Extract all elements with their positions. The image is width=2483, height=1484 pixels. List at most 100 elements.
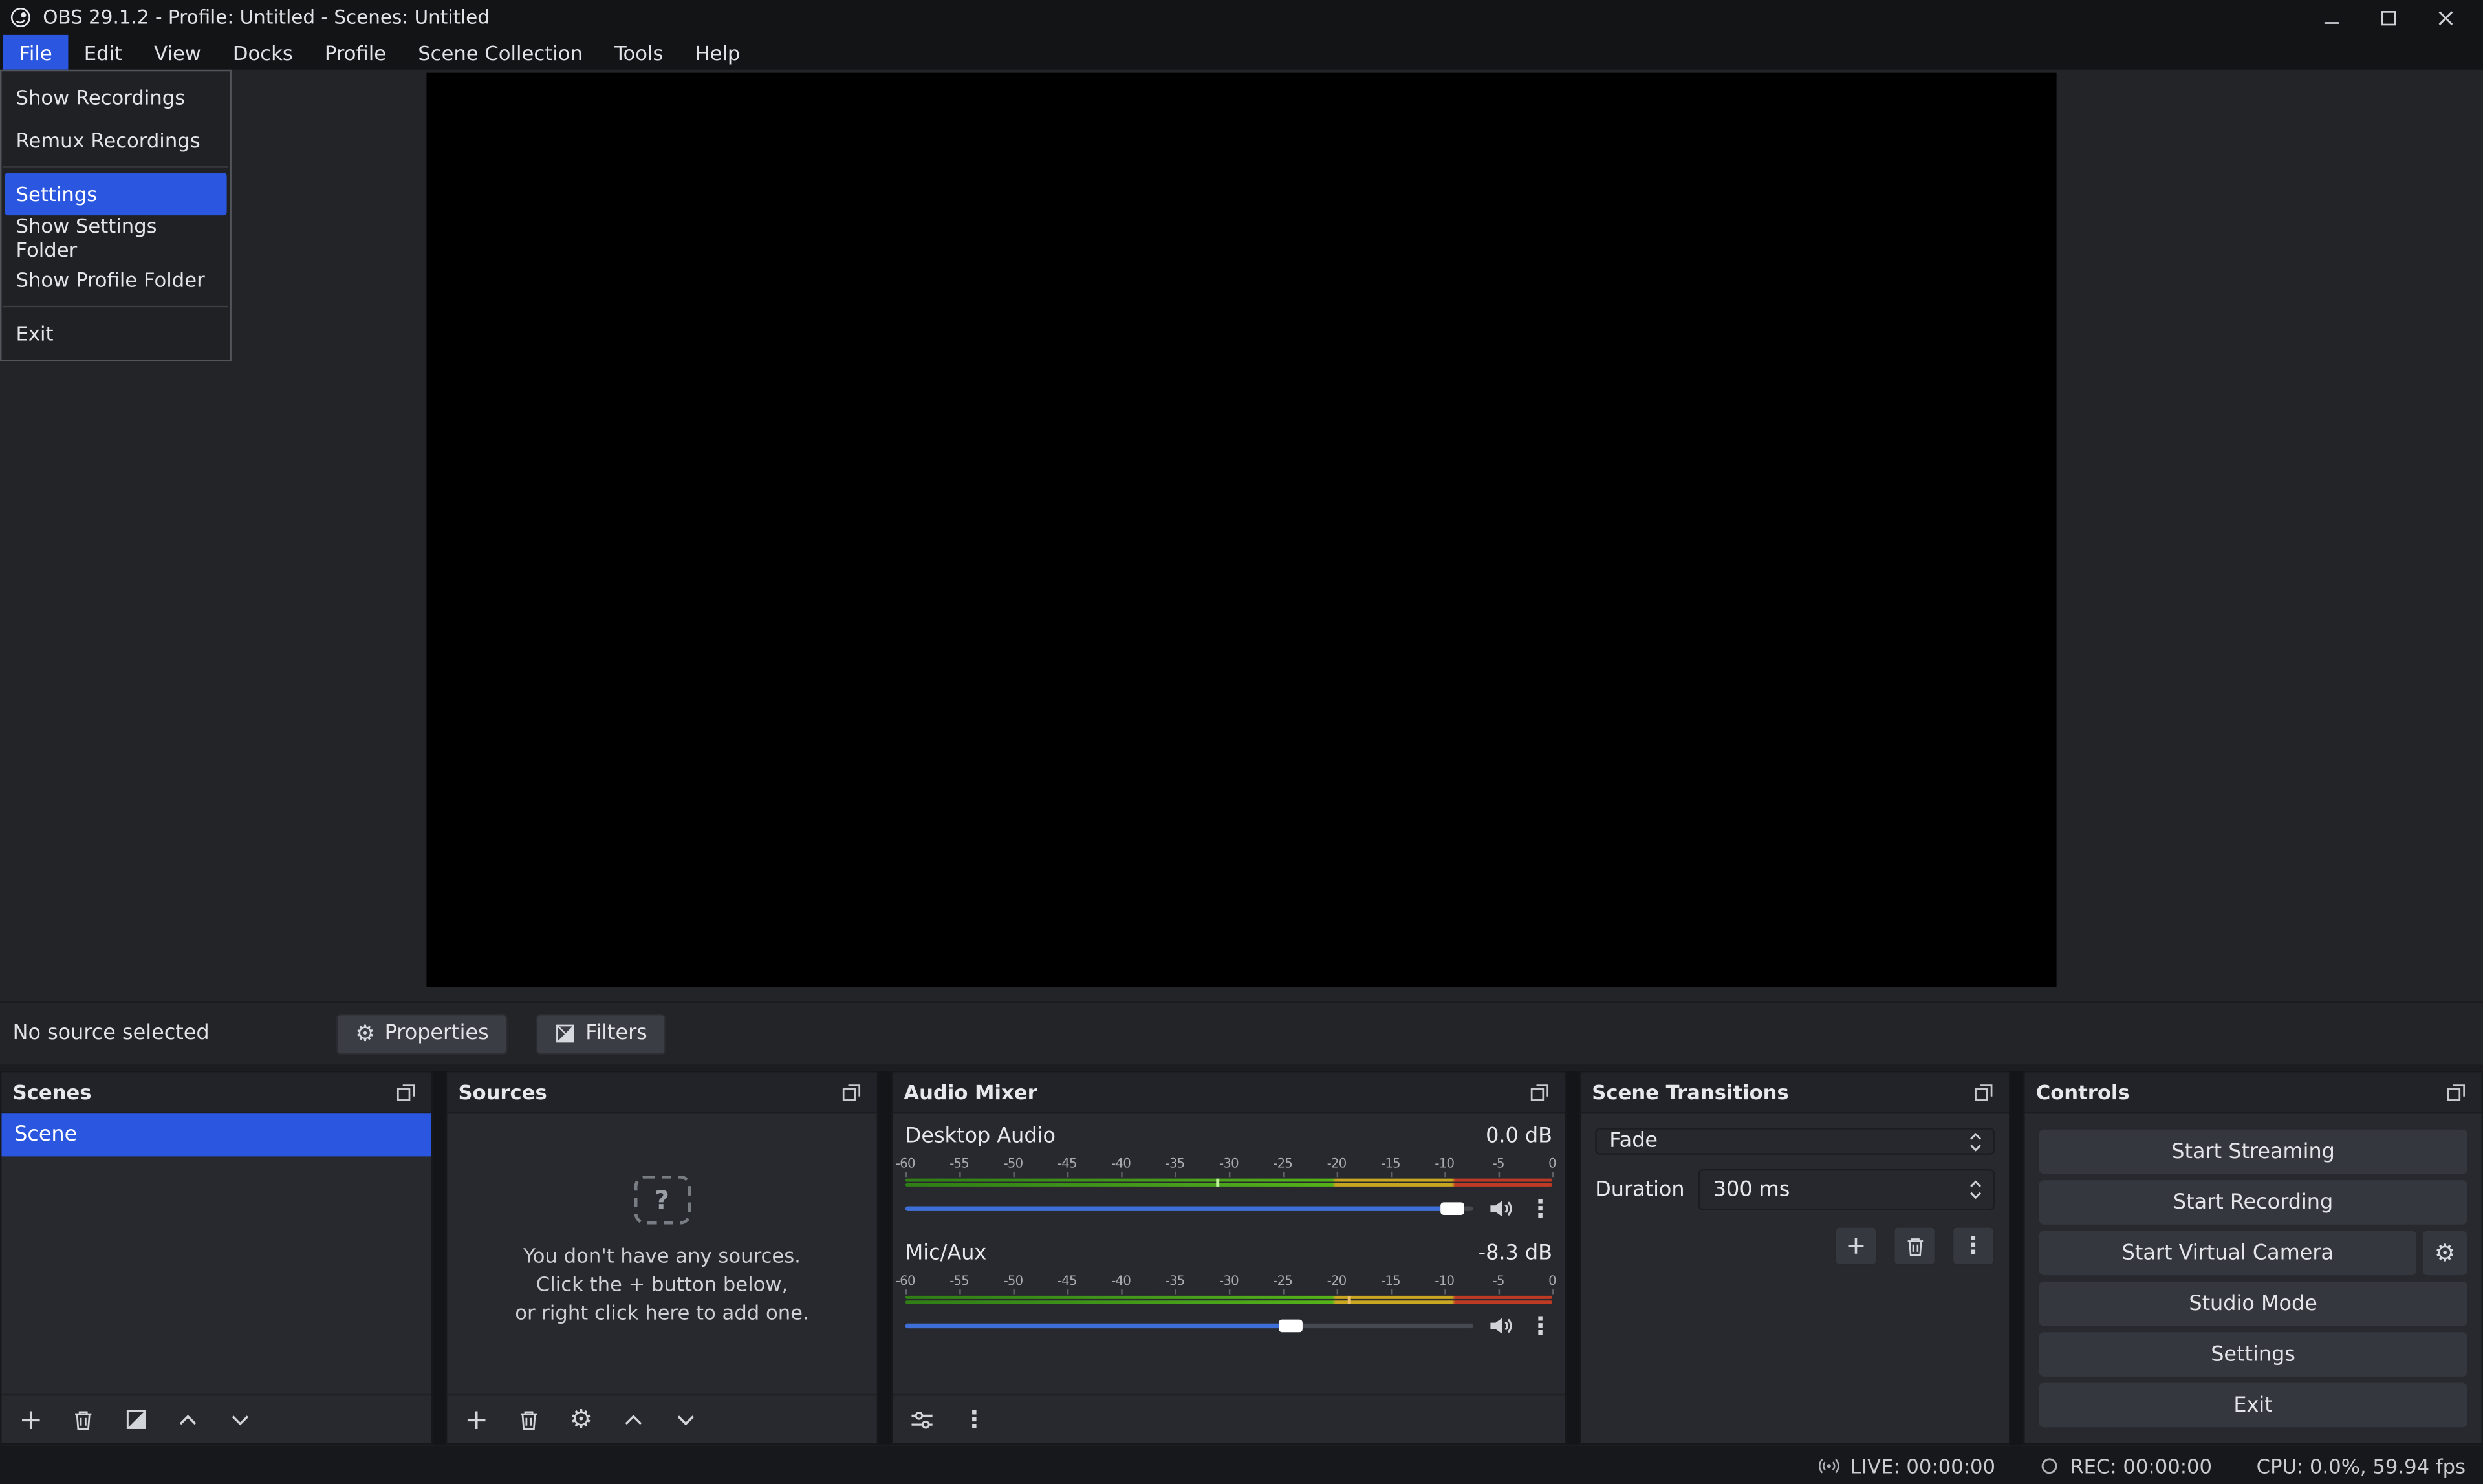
scenes-popout-button[interactable] [392, 1078, 420, 1106]
filters-button[interactable]: Filters [536, 1013, 666, 1055]
settings-button[interactable]: Settings [2039, 1332, 2467, 1377]
preview-canvas[interactable] [426, 73, 2056, 987]
scene-filters-icon [124, 1408, 146, 1430]
remove-scene-button[interactable] [65, 1401, 102, 1437]
duration-label: Duration [1595, 1178, 1684, 1201]
remove-source-button[interactable] [510, 1401, 547, 1437]
duration-spinbox[interactable]: 300 ms [1699, 1169, 1995, 1210]
mixer-header: Audio Mixer [893, 1073, 1565, 1114]
properties-button[interactable]: ⚙ Properties [336, 1013, 508, 1055]
menu-profile[interactable]: Profile [309, 35, 402, 70]
remove-transition-button[interactable] [1893, 1226, 1936, 1265]
menu-file[interactable]: File [3, 35, 68, 70]
start-recording-button[interactable]: Start Recording [2039, 1180, 2467, 1225]
preview-area [0, 70, 2483, 1001]
select-spinner-icons[interactable] [1964, 1132, 1985, 1150]
sources-popout-button[interactable] [837, 1078, 865, 1106]
speaker-icon[interactable] [1488, 1313, 1515, 1339]
menu-view[interactable]: View [138, 35, 217, 70]
trash-icon [1903, 1235, 1925, 1257]
menu-tools[interactable]: Tools [598, 35, 679, 70]
add-transition-button[interactable] [1834, 1226, 1877, 1265]
tick-label: -15 [1381, 1156, 1400, 1170]
duration-value: 300 ms [1713, 1178, 1790, 1201]
menu-item-settings[interactable]: Settings [5, 173, 226, 215]
move-source-up-button[interactable] [615, 1401, 651, 1437]
filters-label: Filters [585, 1022, 647, 1046]
slider-handle[interactable] [1279, 1320, 1303, 1333]
gear-icon: ⚙ [570, 1406, 592, 1432]
peak-indicator [1216, 1179, 1219, 1187]
channel-menu-icon[interactable]: ⋮ [1528, 1314, 1552, 1338]
maximize-button[interactable] [2359, 0, 2416, 35]
chevron-down-icon [228, 1408, 252, 1432]
transitions-header: Scene Transitions [1581, 1073, 2009, 1114]
tick-label: -20 [1327, 1274, 1347, 1288]
mixer-popout-button[interactable] [1525, 1078, 1554, 1106]
transitions-body: Fade Duration 300 ms [1581, 1113, 2009, 1280]
window-title: OBS 29.1.2 - Profile: Untitled - Scenes:… [43, 6, 490, 28]
slider-handle[interactable] [1441, 1202, 1465, 1215]
scene-list-item-selected[interactable]: Scene [1, 1113, 431, 1156]
virtual-camera-config-button[interactable]: ⚙ [2423, 1231, 2467, 1275]
minimize-button[interactable] [2303, 0, 2359, 35]
volume-slider[interactable] [905, 1198, 1473, 1220]
advanced-audio-button[interactable] [904, 1401, 940, 1437]
menu-item-show-recordings[interactable]: Show Recordings [1, 76, 230, 119]
menu-help[interactable]: Help [679, 35, 756, 70]
start-virtual-camera-button[interactable]: Start Virtual Camera [2039, 1231, 2416, 1275]
studio-mode-button[interactable]: Studio Mode [2039, 1282, 2467, 1326]
sources-empty-state[interactable]: ? You don't have any sources. Click the … [447, 1113, 876, 1394]
tick-label: -5 [1493, 1274, 1504, 1288]
move-source-down-button[interactable] [667, 1401, 704, 1437]
exit-button[interactable]: Exit [2039, 1383, 2467, 1428]
menu-item-remux-recordings[interactable]: Remux Recordings [1, 119, 230, 162]
menu-item-show-profile-folder[interactable]: Show Profile Folder [1, 258, 230, 301]
meter-scale: -60 -55 -50 -45 -40 -35 -30 -25 -20 -15 … [905, 1274, 1552, 1295]
menu-scene-collection[interactable]: Scene Collection [402, 35, 599, 70]
channel-name: Desktop Audio [905, 1124, 1056, 1148]
move-scene-up-button[interactable] [169, 1401, 206, 1437]
broadcast-icon [1817, 1454, 1841, 1478]
minimize-icon [2322, 8, 2339, 26]
menu-item-exit[interactable]: Exit [1, 312, 230, 355]
transition-select[interactable]: Fade [1595, 1128, 1995, 1155]
menu-edit[interactable]: Edit [68, 35, 138, 70]
transition-properties-button[interactable]: ⋮ [1952, 1226, 1995, 1265]
volume-slider[interactable] [905, 1315, 1473, 1337]
transitions-popout-button[interactable] [1969, 1078, 1998, 1106]
scene-transitions-dock: Scene Transitions Fade Duration 300 ms [1579, 1071, 2011, 1445]
controls-body: Start Streaming Start Recording Start Vi… [2025, 1113, 2482, 1443]
speaker-icon[interactable] [1488, 1196, 1515, 1221]
scenes-title: Scenes [13, 1081, 92, 1104]
menu-docks[interactable]: Docks [217, 35, 309, 70]
plus-icon [19, 1408, 43, 1432]
add-source-button[interactable] [458, 1401, 494, 1437]
dock-area: Scenes Scene [0, 1071, 2483, 1445]
controls-popout-button[interactable] [2442, 1078, 2470, 1106]
mixer-title: Audio Mixer [904, 1081, 1037, 1104]
source-properties-button[interactable]: ⚙ [563, 1401, 599, 1437]
mixer-menu-button[interactable]: ⋮ [956, 1401, 992, 1437]
mixer-toolbar: ⋮ [893, 1394, 1565, 1443]
controls-title: Controls [2036, 1081, 2130, 1104]
channel-menu-icon[interactable]: ⋮ [1528, 1197, 1552, 1221]
tick-label: -35 [1166, 1274, 1185, 1288]
menu-separator [3, 166, 228, 167]
move-scene-down-button[interactable] [222, 1401, 258, 1437]
menu-item-show-settings-folder[interactable]: Show Settings Folder [1, 215, 230, 258]
chevron-up-icon [1969, 1132, 1982, 1139]
tick-label: -55 [949, 1156, 969, 1170]
chevron-up-icon [622, 1408, 645, 1432]
menu-bar: File Edit View Docks Profile Scene Colle… [0, 35, 2483, 70]
start-streaming-button[interactable]: Start Streaming [2039, 1130, 2467, 1174]
tick-label: -60 [896, 1274, 915, 1288]
controls-header: Controls [2025, 1073, 2482, 1114]
close-button[interactable] [2416, 0, 2473, 35]
empty-line-1: You don't have any sources. [523, 1243, 801, 1267]
tick-label: -35 [1166, 1156, 1185, 1170]
duration-spinner-icons[interactable] [1964, 1180, 1985, 1199]
tick-label: -30 [1219, 1274, 1239, 1288]
scene-filters-button[interactable] [117, 1401, 153, 1437]
add-scene-button[interactable] [13, 1401, 49, 1437]
